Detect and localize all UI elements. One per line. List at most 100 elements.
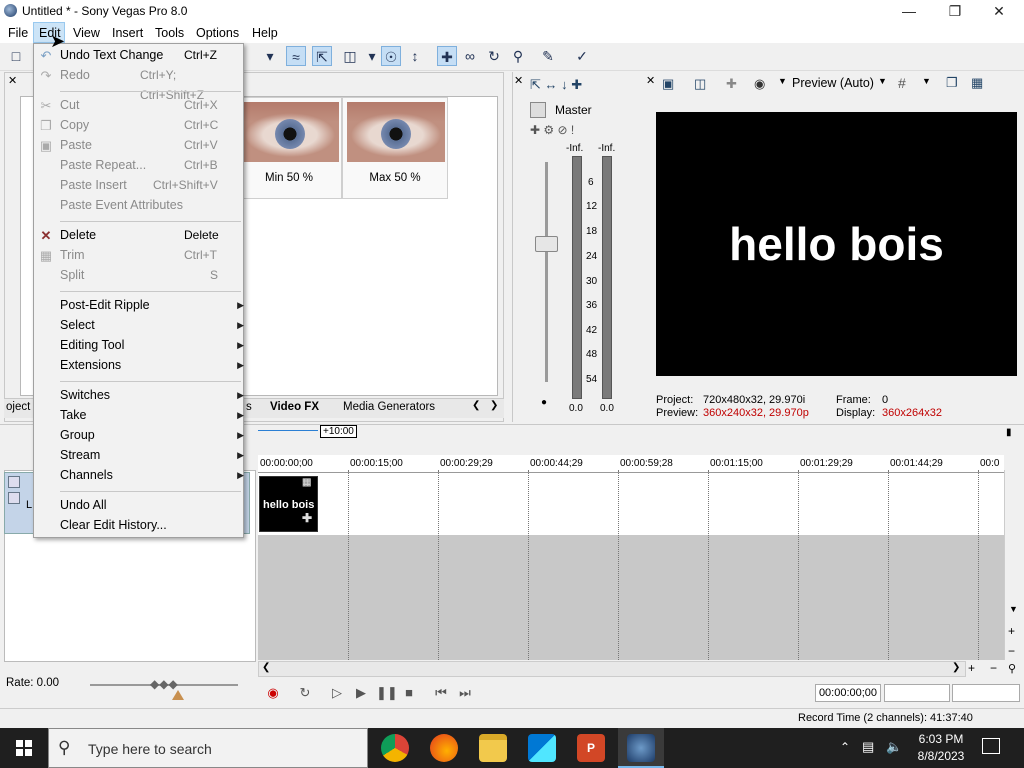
menu-item-cut[interactable]: Cut Ctrl+X <box>60 95 240 115</box>
clock-date[interactable]: 8/8/2023 <box>912 749 970 763</box>
bus-fx-icons[interactable]: ✚ ⚙ ⊘ ! <box>530 123 574 137</box>
overlays-icon[interactable]: # <box>898 75 906 91</box>
track-expand-icon[interactable] <box>8 476 20 488</box>
tab-video-fx[interactable]: Video FX <box>270 401 319 413</box>
zoom-out-vertical-icon[interactable]: − <box>1008 644 1015 658</box>
store-icon[interactable] <box>528 734 556 762</box>
network-icon[interactable]: ▤ <box>862 739 874 755</box>
timeline-empty-area[interactable] <box>258 535 1004 660</box>
zoom-tool-small-icon[interactable]: ⚲ <box>1008 662 1016 675</box>
stop-icon[interactable]: ■ <box>400 684 418 702</box>
menu-item-take[interactable]: Take ▶ <box>60 405 244 425</box>
menu-item-split[interactable]: Split S <box>60 265 240 285</box>
new-project-icon[interactable]: □ <box>6 46 26 66</box>
powerpoint-icon[interactable]: P <box>577 734 605 762</box>
fx-thumb-max[interactable]: Max 50 % <box>342 97 448 199</box>
menu-insert[interactable]: Insert <box>112 26 143 40</box>
save-snapshot-icon[interactable]: ▦ <box>971 75 983 91</box>
zoom-in-time-icon[interactable]: + <box>968 661 975 675</box>
scroll-left-icon[interactable]: ❮ <box>262 662 270 673</box>
marker-icon[interactable]: ▮ <box>1006 427 1012 438</box>
tab-scroll-right-icon[interactable]: ❯ <box>490 400 498 411</box>
menu-item-redo[interactable]: Redo Ctrl+Y; Ctrl+Shift+Z <box>60 65 240 102</box>
auto-ripple-icon[interactable]: ≈ <box>286 46 306 66</box>
menu-item-select[interactable]: Select ▶ <box>60 315 244 335</box>
scroll-right-icon[interactable]: ❯ <box>952 662 960 673</box>
selection-tool-icon[interactable]: ✚ <box>437 46 457 66</box>
clip-fx-icon[interactable]: ▦ <box>302 477 311 488</box>
menu-item-paste-insert[interactable]: Paste Insert Ctrl+Shift+V <box>60 175 240 195</box>
preview-close-icon[interactable]: ✕ <box>646 74 655 87</box>
copy-snapshot-icon[interactable]: ❐ <box>946 75 958 91</box>
video-clip[interactable]: hello bois ▦ ✚ <box>259 476 318 532</box>
menu-item-group[interactable]: Group ▶ <box>60 425 244 445</box>
snap-dropdown-icon[interactable]: ▾ <box>362 46 382 66</box>
chrome-icon[interactable] <box>381 734 409 762</box>
tab-scroll-left-icon[interactable]: ❮ <box>472 400 480 411</box>
menu-item-undo-all[interactable]: Undo All <box>60 495 240 515</box>
selection-length-box[interactable] <box>952 684 1020 702</box>
menu-item-channels[interactable]: Channels ▶ <box>60 465 244 485</box>
record-icon[interactable]: ◉ <box>264 684 282 702</box>
file-explorer-icon[interactable] <box>479 734 507 762</box>
close-button[interactable]: ✕ <box>976 0 1022 22</box>
magnify-icon[interactable]: ⚲ <box>508 46 528 66</box>
volume-icon[interactable]: 🔈 <box>886 739 902 755</box>
scroll-down-icon[interactable]: ▼ <box>1009 604 1018 614</box>
track-collapse-icon[interactable] <box>8 492 20 504</box>
zoom-in-vertical-icon[interactable]: + <box>1008 624 1015 638</box>
horizontal-scrollbar[interactable] <box>258 661 966 677</box>
normal-edit-tool-icon[interactable]: ☉ <box>381 46 401 66</box>
tab-media-generators[interactable]: Media Generators <box>343 401 435 413</box>
sync-cursor-icon[interactable]: ↻ <box>484 46 504 66</box>
loop-playback-icon[interactable]: ↻ <box>296 684 314 702</box>
minimize-button[interactable]: — <box>886 0 932 22</box>
tab-project-media[interactable]: oject <box>6 401 30 413</box>
panel-close-icon[interactable]: ✕ <box>8 74 17 87</box>
snap-icon[interactable]: ◫ <box>340 46 360 66</box>
menu-item-paste-repeat[interactable]: Paste Repeat... Ctrl+B <box>60 155 240 175</box>
maximize-button[interactable]: ❐ <box>932 0 978 22</box>
menu-item-paste-event-attributes[interactable]: Paste Event Attributes <box>60 195 240 215</box>
menu-item-extensions[interactable]: Extensions ▶ <box>60 355 244 375</box>
menu-item-copy[interactable]: Copy Ctrl+C <box>60 115 240 135</box>
tab-transitions[interactable]: s <box>246 401 252 413</box>
whats-this-icon[interactable]: ✓ <box>572 46 592 66</box>
menu-tools[interactable]: Tools <box>155 26 184 40</box>
preview-quality-dropdown-icon[interactable]: ▼ <box>878 76 887 86</box>
clip-pan-crop-icon[interactable]: ✚ <box>302 511 312 525</box>
preview-fx-icon[interactable]: ✚ <box>726 76 737 92</box>
cursor-position-timecode[interactable]: 00:00:00;00 <box>815 684 881 702</box>
lock-envelopes-icon[interactable]: ⇱ <box>312 46 332 66</box>
split-dropdown-icon[interactable]: ▼ <box>778 76 787 86</box>
play-from-start-icon[interactable]: ▷ <box>328 684 346 702</box>
menu-item-trim[interactable]: Trim Ctrl+T <box>60 245 240 265</box>
selection-start-box[interactable] <box>884 684 950 702</box>
mixer-close-icon[interactable]: ✕ <box>514 74 523 87</box>
go-to-end-icon[interactable]: ⏭ <box>456 684 474 702</box>
fader-lock-icon[interactable]: ● <box>541 397 547 408</box>
rate-slider-handle[interactable]: ◆◆◆ <box>150 677 178 691</box>
notifications-icon[interactable] <box>982 738 1000 754</box>
preview-properties-icon[interactable]: ▣ <box>662 76 674 92</box>
menu-help[interactable]: Help <box>252 26 278 40</box>
menu-options[interactable]: Options <box>196 26 239 40</box>
preview-quality-select[interactable]: Preview (Auto) <box>792 76 874 90</box>
menu-item-undo[interactable]: Undo Text Change Ctrl+Z <box>60 45 240 65</box>
tray-chevron-icon[interactable]: ⌃ <box>840 740 850 754</box>
menu-item-post-edit-ripple[interactable]: Post-Edit Ripple ▶ <box>60 295 244 315</box>
dropdown-arrow-icon[interactable]: ▾ <box>260 46 280 66</box>
firefox-icon[interactable] <box>430 734 458 762</box>
overlays-dropdown-icon[interactable]: ▼ <box>922 76 931 86</box>
play-icon[interactable]: ▶ <box>352 684 370 702</box>
menu-view[interactable]: View <box>73 26 100 40</box>
pause-icon[interactable]: ❚❚ <box>376 684 398 702</box>
menu-item-editing-tool[interactable]: Editing Tool ▶ <box>60 335 244 355</box>
menu-item-stream[interactable]: Stream ▶ <box>60 445 244 465</box>
start-button[interactable] <box>0 728 48 768</box>
zoom-tool-icon[interactable]: ∞ <box>460 46 480 66</box>
envelope-tool-icon[interactable]: ↕ <box>405 46 425 66</box>
fx-thumb-min[interactable]: Min 50 % <box>236 97 342 199</box>
go-to-start-icon[interactable]: ⏮ <box>432 684 450 702</box>
paint-icon[interactable]: ✎ <box>538 46 558 66</box>
